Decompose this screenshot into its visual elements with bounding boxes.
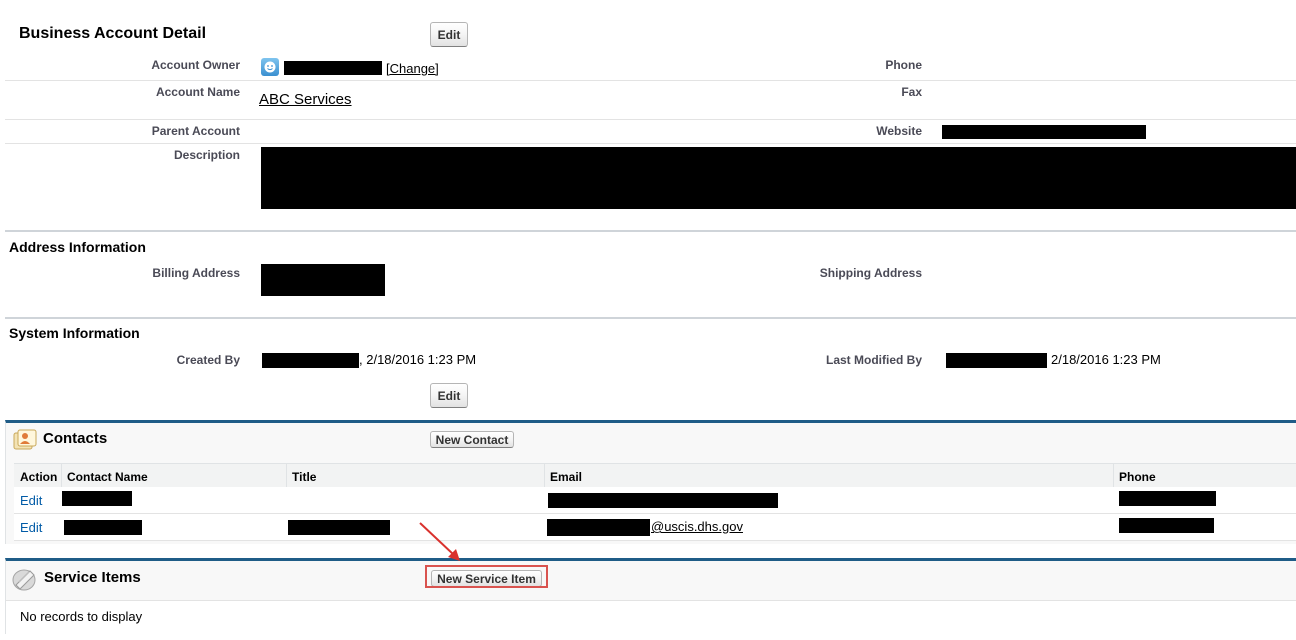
col-separator	[61, 463, 62, 487]
account-owner-redacted	[284, 61, 382, 75]
change-owner-link[interactable]: [Change]	[386, 61, 439, 76]
section-divider	[5, 317, 1296, 319]
contacts-icon	[12, 427, 38, 453]
contact-name-redacted[interactable]	[62, 491, 132, 506]
email-redacted[interactable]	[548, 493, 778, 508]
col-separator	[1113, 463, 1114, 487]
account-owner-avatar-icon	[261, 58, 279, 76]
account-owner-label: Account Owner	[151, 58, 240, 72]
detail-title: Business Account Detail	[19, 25, 207, 42]
last-modified-redacted	[946, 353, 1047, 368]
empty-row: No records to display	[6, 600, 1296, 635]
system-title: System Information	[9, 325, 140, 341]
phone-label: Phone	[885, 58, 922, 72]
created-by-label: Created By	[176, 353, 240, 367]
contacts-title: Contacts	[43, 430, 108, 447]
service-items-related-list: Service Items New Service Item No record…	[5, 558, 1296, 635]
website-label: Website	[876, 124, 922, 138]
row-edit-link[interactable]: Edit	[20, 520, 42, 535]
divider	[5, 80, 1296, 81]
service-items-icon	[10, 565, 40, 593]
email-domain[interactable]: @uscis.dhs.gov	[651, 519, 743, 534]
phone-redacted	[1119, 518, 1214, 533]
website-redacted	[942, 125, 1146, 139]
col-action: Action	[20, 470, 58, 484]
account-name-value[interactable]: ABC Services	[259, 91, 352, 108]
title-redacted	[288, 520, 390, 535]
shipping-address-label: Shipping Address	[819, 266, 922, 280]
service-items-title: Service Items	[44, 569, 141, 586]
no-records-text: No records to display	[20, 609, 143, 624]
table-row: Edit @uscis.dhs.gov	[14, 514, 1296, 541]
billing-address-redacted	[261, 264, 385, 296]
description-redacted	[261, 147, 1296, 209]
annotation-arrow	[419, 522, 460, 561]
created-by-date: , 2/18/2016 1:23 PM	[359, 352, 477, 367]
account-name-label: Account Name	[155, 85, 240, 99]
address-title: Address Information	[9, 239, 146, 255]
last-modified-date: 2/18/2016 1:23 PM	[1051, 352, 1161, 367]
new-contact-button[interactable]: New Contact	[430, 431, 514, 448]
divider	[5, 143, 1296, 144]
description-label: Description	[173, 148, 240, 162]
last-modified-label: Last Modified By	[825, 353, 922, 367]
col-phone: Phone	[1119, 470, 1156, 484]
fax-label: Fax	[901, 85, 922, 99]
contacts-related-list: Contacts New Contact Action Contact Name…	[5, 420, 1296, 544]
billing-address-label: Billing Address	[152, 266, 240, 280]
table-row: Edit	[14, 487, 1296, 514]
highlight-box	[425, 565, 548, 588]
row-edit-link[interactable]: Edit	[20, 493, 42, 508]
section-divider	[5, 230, 1296, 232]
divider	[5, 119, 1296, 120]
edit-button-bottom[interactable]: Edit	[430, 383, 468, 408]
col-separator	[544, 463, 545, 487]
created-by-redacted	[262, 353, 359, 368]
phone-redacted	[1119, 491, 1216, 506]
parent-account-label: Parent Account	[151, 124, 240, 138]
col-email: Email	[550, 470, 583, 484]
edit-button-top[interactable]: Edit	[430, 22, 468, 47]
contacts-table-header	[14, 463, 1296, 488]
col-title: Title	[292, 470, 317, 484]
col-contact-name: Contact Name	[67, 470, 148, 484]
contact-name-redacted[interactable]	[64, 520, 142, 535]
email-redacted[interactable]	[547, 519, 650, 536]
col-separator	[286, 463, 287, 487]
